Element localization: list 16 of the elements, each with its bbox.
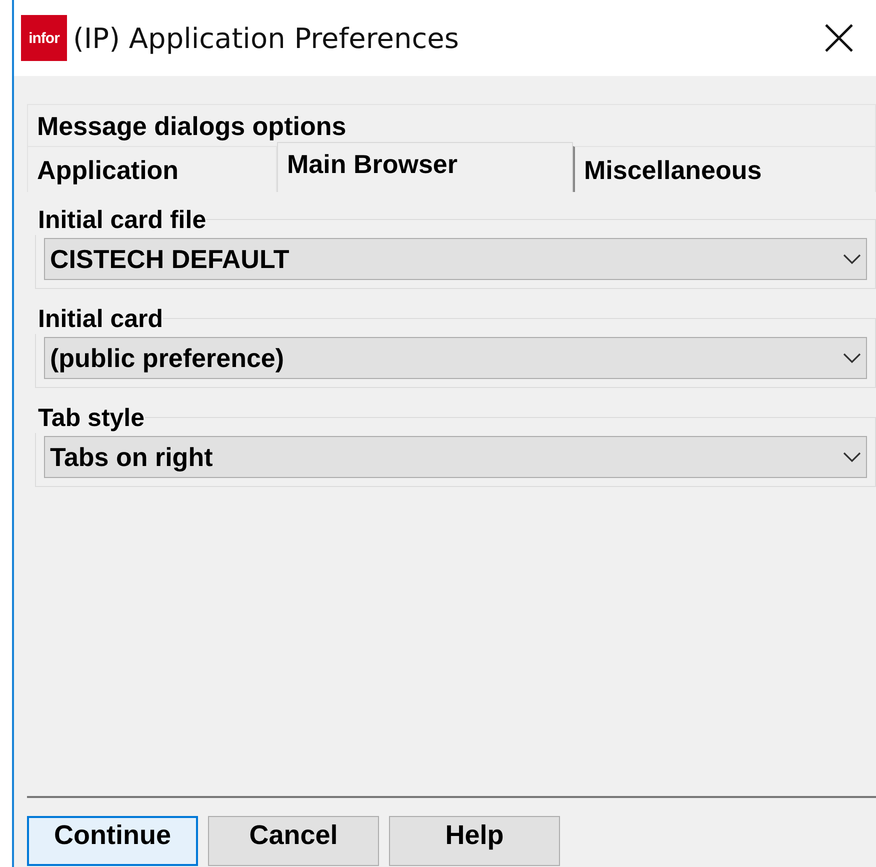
tab[interactable]: Application [27,146,277,192]
dialog-button[interactable]: Cancel [208,816,379,866]
window-title: (IP) Application Preferences [73,22,459,54]
close-icon[interactable] [824,23,854,53]
dropdown[interactable]: CISTECH DEFAULT [44,238,867,280]
dropdown[interactable]: (public preference) [44,337,867,379]
dialog-button[interactable]: Help [389,816,560,866]
chevron-icon [842,352,862,364]
dropdown[interactable]: Tabs on right [44,436,867,478]
chevron-icon [842,253,862,265]
tab[interactable]: Miscellaneous [573,146,876,192]
chevron-icon [842,451,862,463]
tab[interactable]: Message dialogs options [27,104,876,146]
app-logo: infor [21,15,67,61]
tab[interactable]: Main Browser [277,142,573,192]
dialog-button[interactable]: Continue [27,816,198,866]
